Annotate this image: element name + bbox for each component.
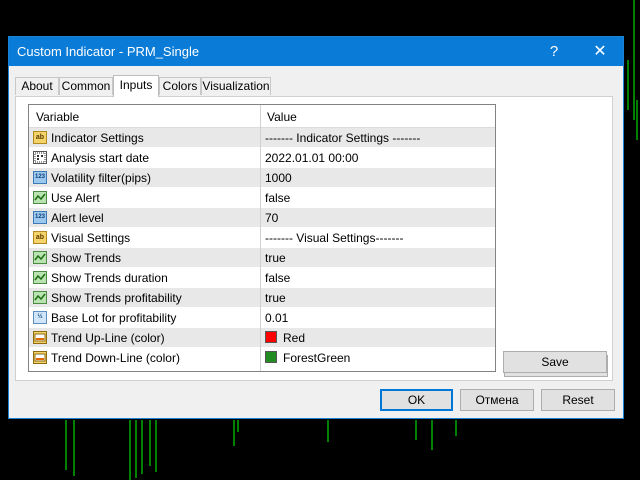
color-swatch[interactable] (265, 351, 277, 363)
column-header-variable[interactable]: Variable (36, 110, 79, 124)
bool-type-icon (33, 251, 47, 264)
variable-name: Visual Settings (51, 231, 131, 245)
column-separator (260, 105, 261, 371)
variable-value[interactable]: ------- Indicator Settings ------- (265, 131, 420, 145)
variable-value[interactable]: 1000 (265, 171, 292, 185)
clr-type-icon (33, 331, 47, 344)
variable-value[interactable]: true (265, 251, 286, 265)
variable-value[interactable]: ------- Visual Settings------- (265, 231, 403, 245)
reset-button[interactable]: Reset (541, 389, 615, 411)
table-row[interactable]: Trend Up-Line (color) Red (29, 328, 495, 348)
tab-inputs[interactable]: Inputs (113, 75, 159, 97)
tab-common[interactable]: Common (59, 77, 113, 95)
color-value[interactable]: ForestGreen (283, 351, 350, 365)
tab-about[interactable]: About (15, 77, 59, 95)
num-type-icon: 123 (33, 211, 47, 224)
table-row[interactable]: Show Trends true (29, 248, 495, 268)
variable-name: Volatility filter(pips) (51, 171, 152, 185)
save-button[interactable]: Save (503, 351, 607, 373)
table-row[interactable]: 123 Alert level 70 (29, 208, 495, 228)
grid-header: Variable Value (29, 105, 495, 128)
variable-value[interactable]: 2022.01.01 00:00 (265, 151, 358, 165)
variable-value[interactable]: 70 (265, 211, 278, 225)
variable-name: Analysis start date (51, 151, 150, 165)
bool-type-icon (33, 191, 47, 204)
variable-name: Trend Down-Line (color) (51, 351, 180, 365)
color-value[interactable]: Red (283, 331, 305, 345)
column-header-value[interactable]: Value (267, 110, 297, 124)
color-swatch[interactable] (265, 331, 277, 343)
table-row[interactable]: Show Trends profitability true (29, 288, 495, 308)
table-row[interactable]: Trend Down-Line (color) ForestGreen (29, 348, 495, 368)
variable-value[interactable]: true (265, 291, 286, 305)
inputs-panel: Variable Value ab Indicator Settings -----… (15, 96, 613, 381)
variable-value[interactable]: false (265, 271, 290, 285)
variable-name: Trend Up-Line (color) (51, 331, 165, 345)
title-bar[interactable]: Custom Indicator - PRM_Single ? ✕ (9, 37, 623, 66)
window-title: Custom Indicator - PRM_Single (17, 44, 200, 59)
bool-type-icon (33, 291, 47, 304)
ab-type-icon: ab (33, 231, 47, 244)
variable-name: Show Trends (51, 251, 122, 265)
table-row[interactable]: ab Visual Settings ------- Visual Settings… (29, 228, 495, 248)
custom-indicator-dialog: Custom Indicator - PRM_Single ? ✕ About … (8, 36, 624, 419)
help-button[interactable]: ? (531, 37, 577, 66)
variable-name: Use Alert (51, 191, 100, 205)
table-row[interactable]: Analysis start date 2022.01.01 00:00 (29, 148, 495, 168)
ab-type-icon: ab (33, 131, 47, 144)
dbl-type-icon: ½ (33, 311, 47, 324)
table-row[interactable]: ½ Base Lot for profitability 0.01 (29, 308, 495, 328)
clr-type-icon (33, 351, 47, 364)
variable-name: Show Trends duration (51, 271, 168, 285)
variable-name: Show Trends profitability (51, 291, 182, 305)
table-row[interactable]: Use Alert false (29, 188, 495, 208)
inputs-grid: Variable Value ab Indicator Settings -----… (28, 104, 496, 372)
bool-type-icon (33, 271, 47, 284)
date-type-icon (33, 151, 47, 164)
tab-visualization[interactable]: Visualization (201, 77, 271, 95)
close-button[interactable]: ✕ (577, 37, 623, 66)
variable-value[interactable]: false (265, 191, 290, 205)
table-row[interactable]: 123 Volatility filter(pips) 1000 (29, 168, 495, 188)
table-row[interactable]: Show Trends duration false (29, 268, 495, 288)
num-type-icon: 123 (33, 171, 47, 184)
cancel-button[interactable]: Отмена (460, 389, 534, 411)
ok-button[interactable]: OK (380, 389, 453, 411)
table-row[interactable]: ab Indicator Settings ------- Indicator Se… (29, 128, 495, 148)
variable-name: Alert level (51, 211, 104, 225)
variable-name: Indicator Settings (51, 131, 144, 145)
variable-value[interactable]: 0.01 (265, 311, 288, 325)
tab-colors[interactable]: Colors (159, 77, 201, 95)
variable-name: Base Lot for profitability (51, 311, 177, 325)
